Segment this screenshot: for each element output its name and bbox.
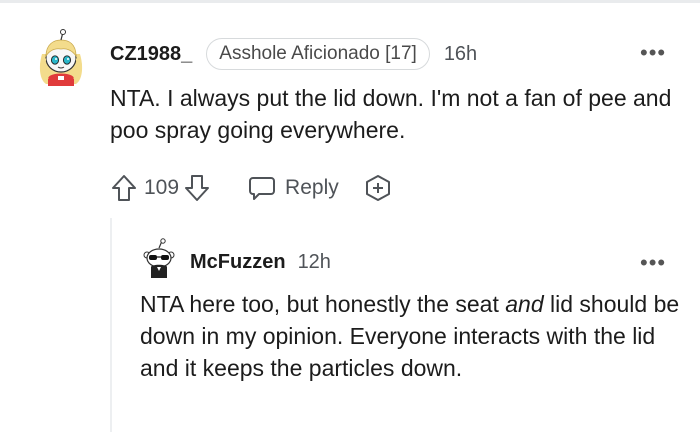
- reply-timestamp[interactable]: 12h: [298, 251, 331, 274]
- avatar-cartoon-icon: [39, 29, 83, 86]
- reply-body-text: NTA here too, but honestly the seat: [140, 291, 506, 317]
- reply-more-options-icon[interactable]: •••: [640, 252, 666, 274]
- downvote-icon[interactable]: [183, 173, 211, 203]
- reply-avatar[interactable]: [140, 238, 178, 280]
- chat-bubble-icon: [249, 177, 276, 200]
- comment-body: NTA. I always put the lid down. I'm not …: [110, 85, 672, 143]
- timestamp[interactable]: 16h: [444, 43, 477, 66]
- reply-header: McFuzzen 12h: [190, 247, 331, 277]
- more-options-icon[interactable]: •••: [640, 42, 666, 64]
- reply-button[interactable]: Reply: [247, 174, 339, 202]
- award-plus-icon: [365, 175, 390, 201]
- snoo-sunglasses-icon: [143, 238, 175, 278]
- reply-body-emphasis: and: [505, 291, 544, 317]
- award-button[interactable]: [363, 173, 393, 203]
- top-divider: [0, 0, 700, 3]
- reply-username-link[interactable]: McFuzzen: [190, 251, 286, 274]
- vote-count: 109: [144, 176, 180, 199]
- username-link[interactable]: CZ1988_: [110, 43, 192, 66]
- reply-label: Reply: [285, 176, 339, 199]
- comment-actions: 109 Reply: [110, 170, 393, 206]
- thread-line[interactable]: [110, 218, 112, 432]
- reply-body: NTA here too, but honestly the seat and …: [140, 288, 680, 384]
- upvote-icon[interactable]: [110, 173, 138, 203]
- user-flair-badge: Asshole Aficionado [17]: [206, 38, 430, 70]
- avatar[interactable]: [32, 28, 90, 88]
- comment-header: CZ1988_ Asshole Aficionado [17] 16h: [110, 36, 477, 72]
